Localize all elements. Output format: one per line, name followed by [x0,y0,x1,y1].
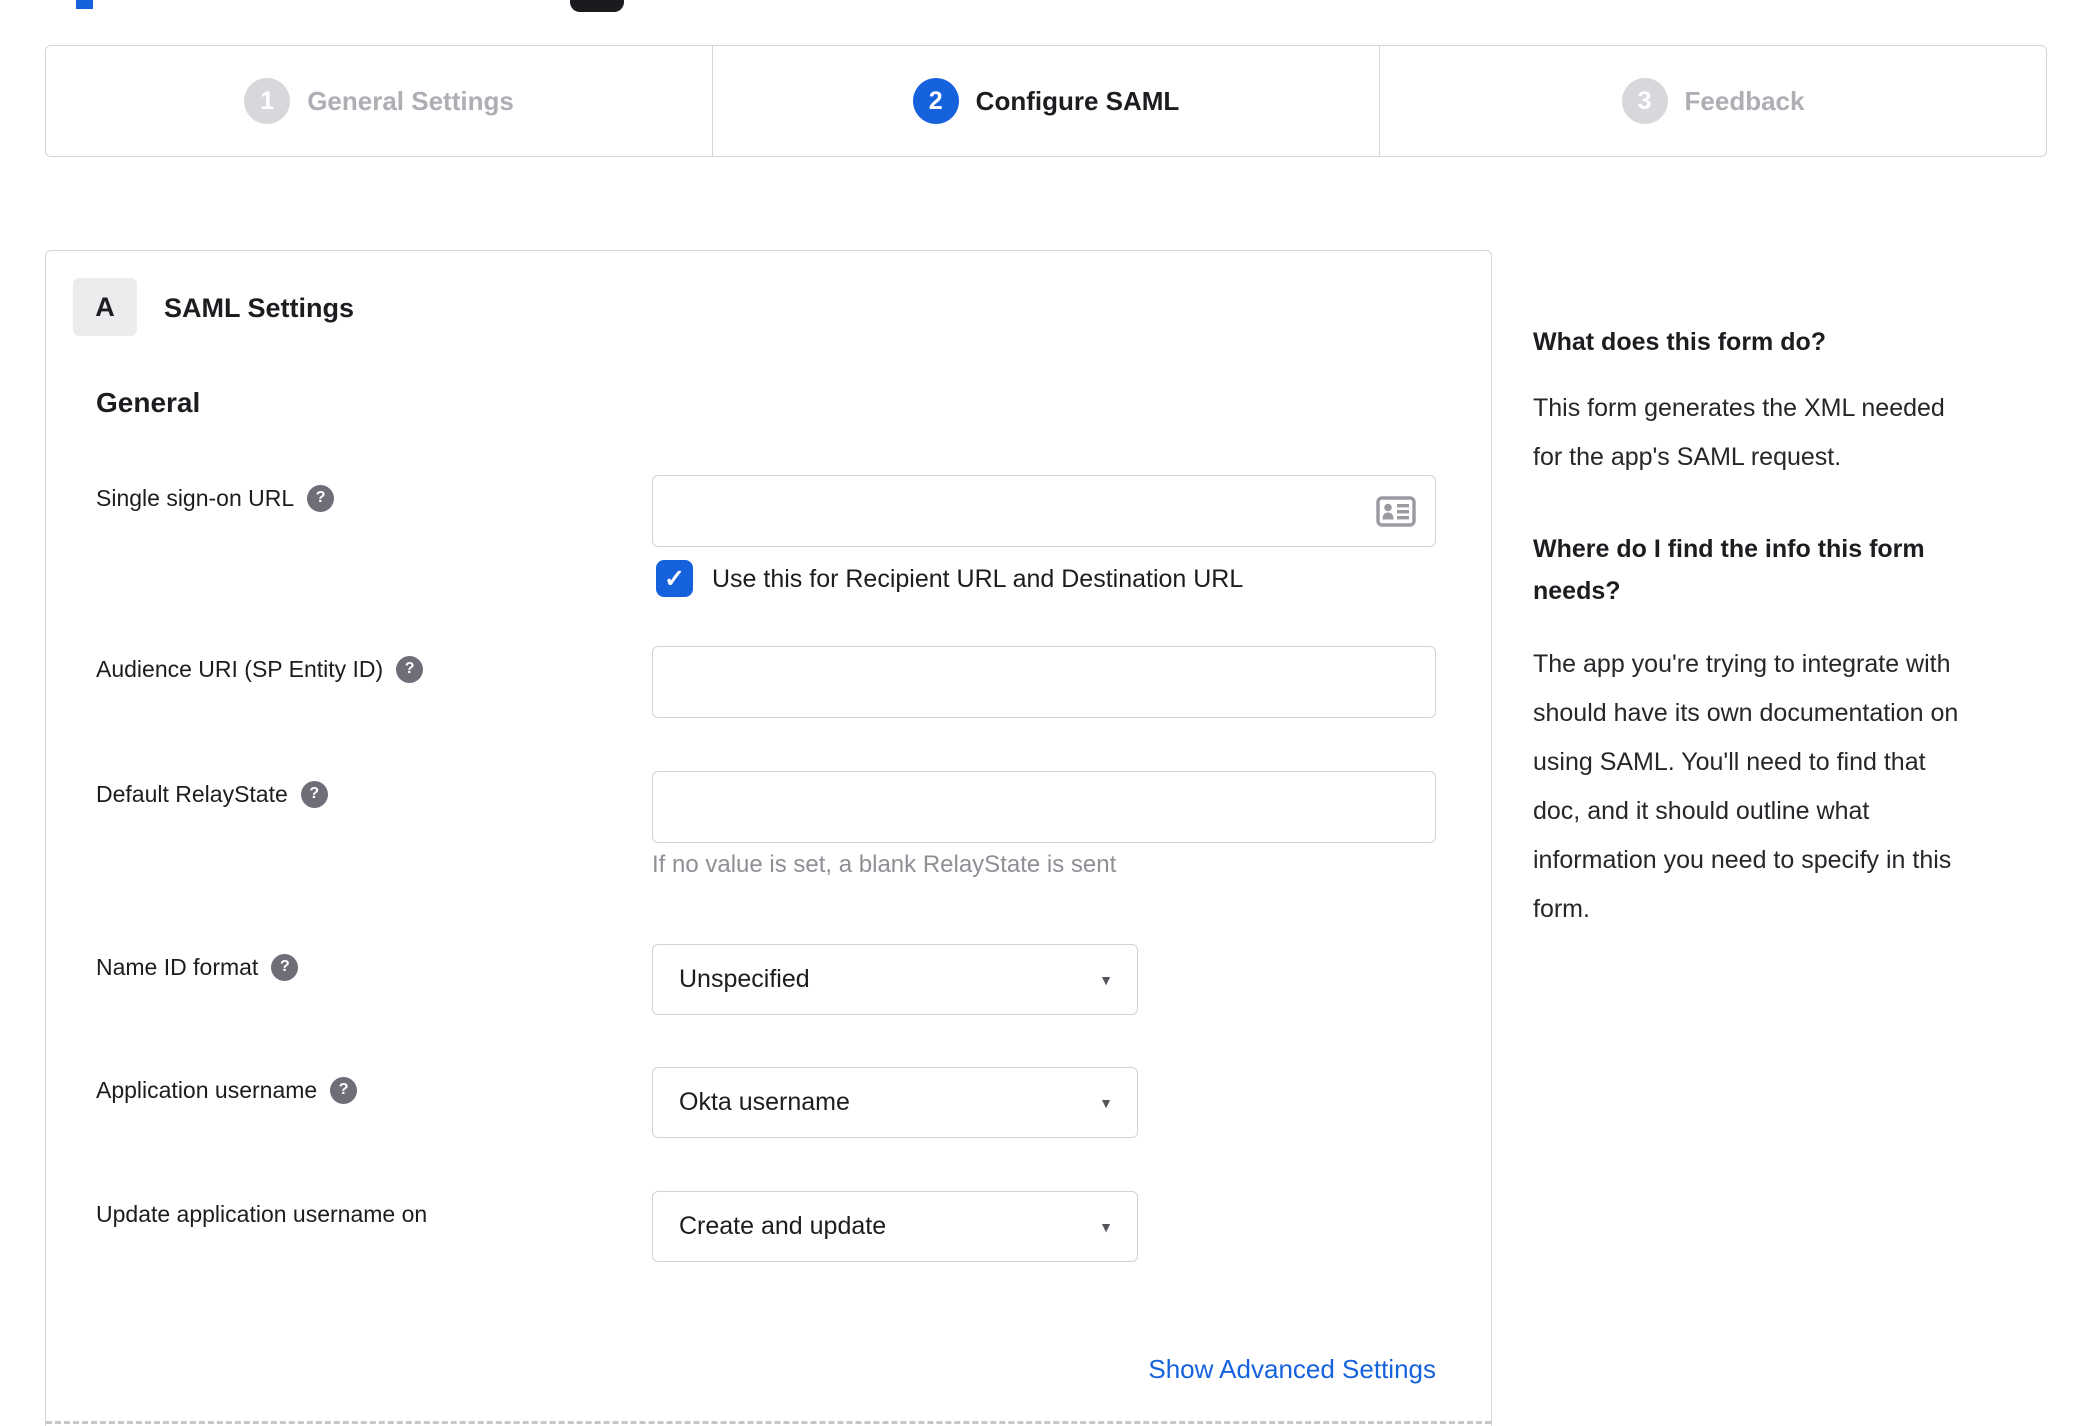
sso-url-help-icon[interactable]: ? [307,484,335,512]
help-paragraph-what: This form generates the XML needed for t… [1533,394,1945,471]
name-id-format-value: Unspecified [679,965,810,993]
step-1-circle: 1 [244,78,291,124]
application-username-select[interactable]: Okta username ▼ [652,1067,1138,1138]
chevron-down-icon: ▼ [1099,1218,1113,1235]
step-3-circle: 3 [1621,78,1668,124]
update-username-select[interactable]: Create and update ▼ [652,1191,1138,1262]
section-badge: A [73,278,137,336]
audience-uri-label-row: Audience URI (SP Entity ID) ? [96,654,424,684]
step-configure-saml[interactable]: 2 Configure SAML [712,46,1379,156]
step-general-settings[interactable]: 1 General Settings [46,46,712,156]
wizard-stepper: 1 General Settings 2 Configure SAML 3 Fe… [45,45,2047,157]
sso-url-input[interactable] [652,475,1436,547]
cutoff-logo-fragment [76,0,93,9]
help-panel: What does this form do? This form genera… [1533,322,2078,934]
application-username-label-row: Application username ? [96,1075,358,1105]
group-title-general: General [96,387,201,418]
contact-card-icon[interactable] [1376,496,1416,527]
name-id-format-select[interactable]: Unspecified ▼ [652,944,1138,1015]
name-id-format-label: Name ID format [96,954,259,980]
update-username-label: Update application username on [96,1201,428,1227]
name-id-format-help-icon[interactable]: ? [271,953,299,981]
help-heading-where: Where do I find the info this form needs… [1533,535,1925,605]
audience-uri-label: Audience URI (SP Entity ID) [96,656,384,682]
application-username-value: Okta username [679,1088,850,1116]
step-2-label: Configure SAML [975,85,1180,116]
saml-settings-card: A SAML Settings General Single sign-on U… [45,250,1492,1426]
update-username-value: Create and update [679,1212,887,1240]
step-1-label: General Settings [307,85,514,116]
application-username-help-icon[interactable]: ? [330,1076,358,1104]
name-id-format-label-row: Name ID format ? [96,952,299,982]
audience-uri-help-icon[interactable]: ? [396,655,424,683]
recipient-url-checkbox[interactable]: ✓ [656,560,693,597]
checkmark-icon: ✓ [664,564,685,593]
audience-uri-input[interactable] [652,646,1436,718]
update-username-label-row: Update application username on [96,1199,427,1229]
default-relaystate-hint: If no value is set, a blank RelayState i… [652,851,1117,878]
cutoff-header-fragment [570,0,624,12]
step-feedback[interactable]: 3 Feedback [1379,46,2046,156]
default-relaystate-label: Default RelayState [96,781,288,807]
section-title: SAML Settings [164,293,355,323]
chevron-down-icon: ▼ [1099,1094,1113,1111]
help-paragraph-where: The app you're trying to integrate with … [1533,650,1959,923]
application-username-label: Application username [96,1077,318,1103]
show-advanced-settings-link[interactable]: Show Advanced Settings [652,1354,1436,1385]
card-section-dashed-divider [46,1421,1491,1424]
step-2-circle: 2 [912,78,959,124]
default-relaystate-input[interactable] [652,771,1436,843]
default-relaystate-help-icon[interactable]: ? [300,780,328,808]
help-heading-what: What does this form do? [1533,328,1827,356]
default-relaystate-label-row: Default RelayState ? [96,779,328,809]
chevron-down-icon: ▼ [1099,971,1113,988]
configure-saml-page: 1 General Settings 2 Configure SAML 3 Fe… [0,0,2092,1426]
step-3-label: Feedback [1684,85,1805,116]
sso-url-label: Single sign-on URL [96,485,295,511]
sso-url-label-row: Single sign-on URL ? [96,483,335,513]
recipient-url-checkbox-label: Use this for Recipient URL and Destinati… [712,565,1244,593]
